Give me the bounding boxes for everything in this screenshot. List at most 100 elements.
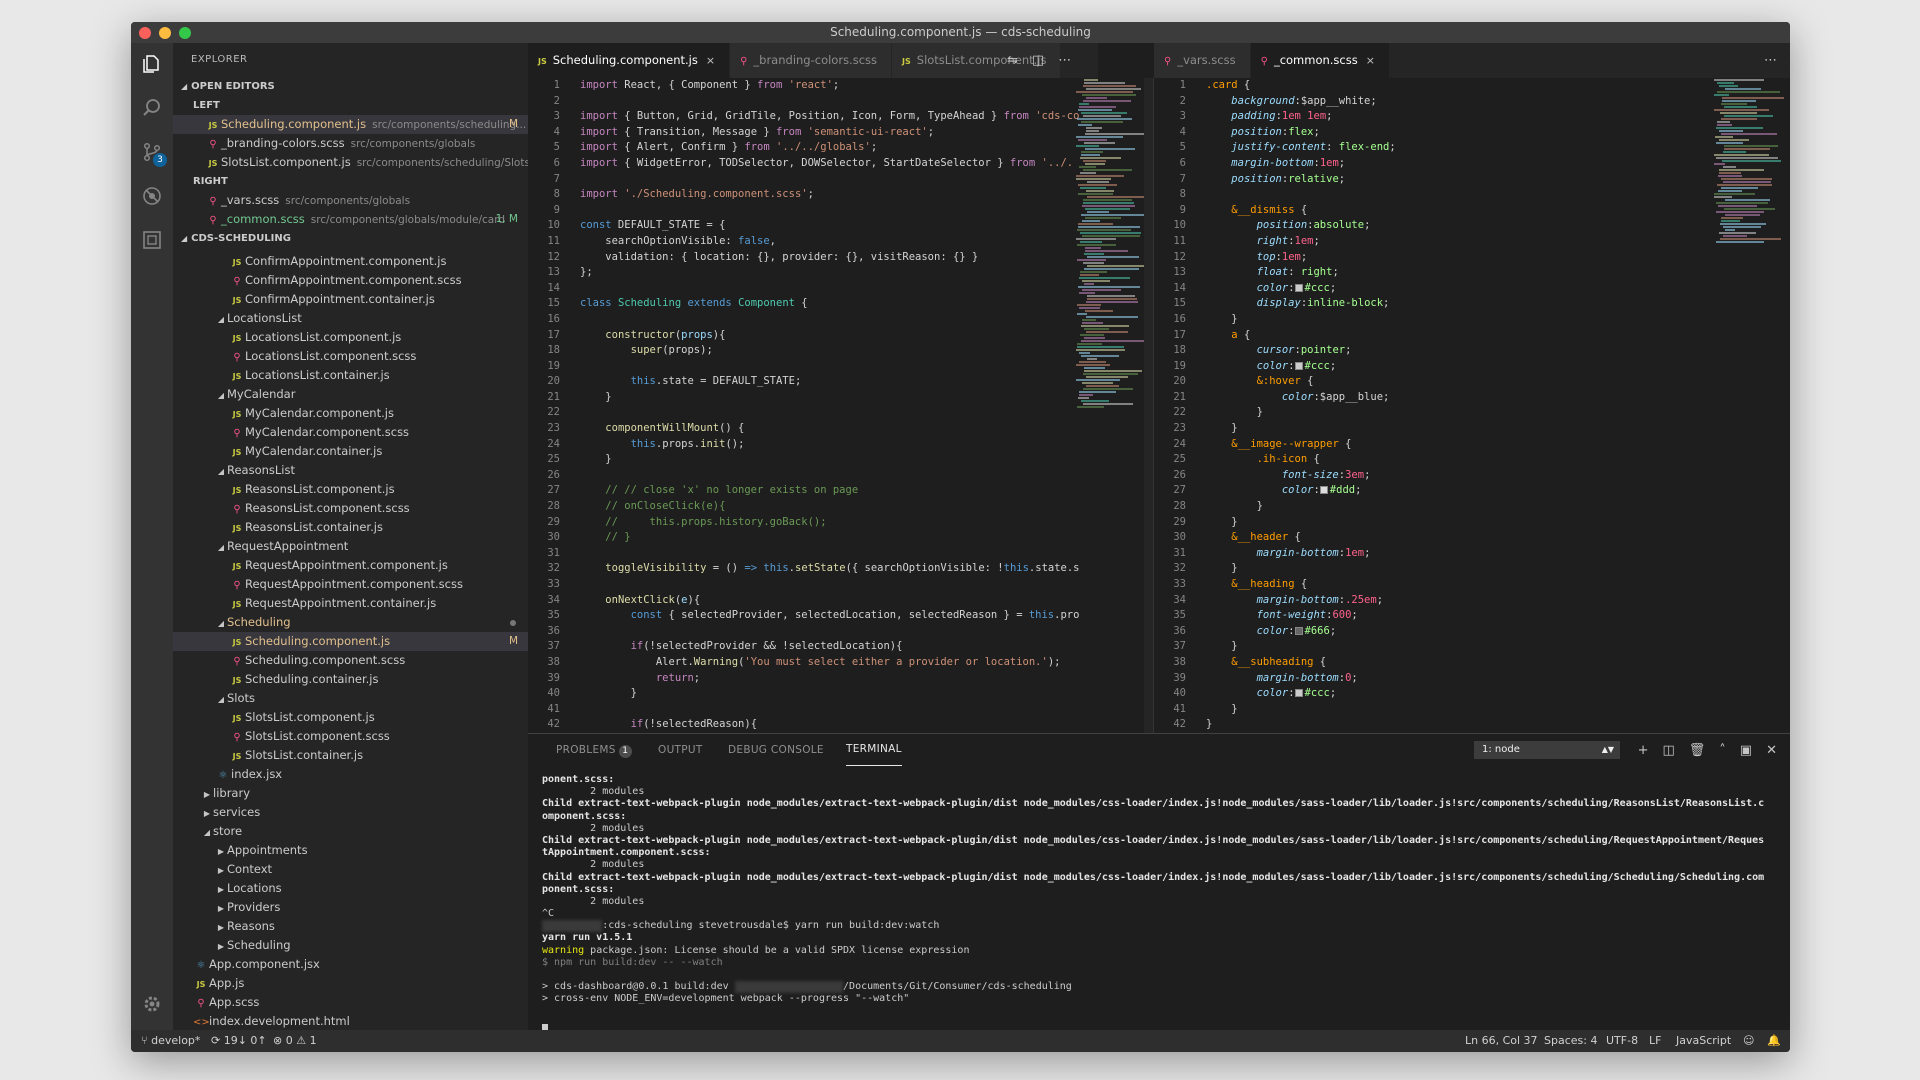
tree-item[interactable]: ⚲ Scheduling.component.scss <box>173 651 528 670</box>
tree-item[interactable]: JS MyCalendar.component.js <box>173 404 528 423</box>
tree-item[interactable]: ⚲ ReasonsList.component.scss <box>173 499 528 518</box>
tree-item[interactable]: JS LocationsList.container.js <box>173 366 528 385</box>
chevron-right-icon[interactable]: ▶ <box>215 918 227 936</box>
tree-item[interactable]: ▶ Providers <box>173 898 528 917</box>
open-editor-item[interactable]: ⚲ _vars.scss src/components/globals <box>173 191 528 210</box>
minimize-window-button[interactable] <box>159 27 171 39</box>
open-editors-header[interactable]: ◢ OPEN EDITORS <box>173 77 528 96</box>
tree-item[interactable]: ◢ store <box>173 822 528 841</box>
tree-item[interactable]: ▶ Appointments <box>173 841 528 860</box>
trash-icon[interactable]: 🗑 <box>1689 743 1706 758</box>
tree-item[interactable]: JS LocationsList.component.js <box>173 328 528 347</box>
cursor-position[interactable]: Ln 66, Col 37 <box>1465 1030 1538 1052</box>
tree-item[interactable]: ⚲ MyCalendar.component.scss <box>173 423 528 442</box>
tree-item[interactable]: JS App.js <box>173 974 528 993</box>
tree-item[interactable]: ◢ MyCalendar <box>173 385 528 404</box>
chevron-down-icon[interactable]: ◢ <box>215 310 227 328</box>
editor-tab[interactable]: ⚲ _branding-colors.scss <box>730 43 893 78</box>
code-content[interactable]: import React, { Component } from 'react'… <box>580 78 1080 733</box>
tree-item[interactable]: ⚲ ConfirmAppointment.component.scss <box>173 271 528 290</box>
open-editor-item[interactable]: ⚲ _branding-colors.scss src/components/glo… <box>173 134 528 153</box>
zoom-window-button[interactable] <box>179 27 191 39</box>
tree-item[interactable]: JS SlotsList.component.js <box>173 708 528 727</box>
chevron-right-icon[interactable]: ▶ <box>215 937 227 955</box>
chevron-up-icon[interactable]: ˄ <box>1719 743 1726 758</box>
chevron-down-icon[interactable]: ◢ <box>215 462 227 480</box>
explorer-icon[interactable] <box>131 43 173 85</box>
tree-item[interactable]: ◢ Scheduling <box>173 613 528 632</box>
debug-icon[interactable] <box>131 175 173 217</box>
tree-item[interactable]: JS MyCalendar.container.js <box>173 442 528 461</box>
tree-item[interactable]: JS Scheduling.container.js <box>173 670 528 689</box>
editor-tab[interactable]: ⚲ _vars.scss <box>1154 43 1251 78</box>
problems-status[interactable]: ⊗ 0 ⚠ 1 <box>273 1030 317 1052</box>
indentation-status[interactable]: Spaces: 4 <box>1544 1030 1597 1052</box>
tree-item[interactable]: JS ConfirmAppointment.component.js <box>173 252 528 271</box>
language-mode[interactable]: JavaScript <box>1676 1030 1731 1052</box>
encoding-status[interactable]: UTF-8 <box>1606 1030 1638 1052</box>
panel-tab-terminal[interactable]: TERMINAL <box>846 734 902 766</box>
close-window-button[interactable] <box>139 27 151 39</box>
chevron-right-icon[interactable]: ▶ <box>215 861 227 879</box>
editor-tab[interactable]: JS Scheduling.component.js × <box>528 43 731 78</box>
tree-item[interactable]: JS ReasonsList.container.js <box>173 518 528 537</box>
chevron-down-icon[interactable]: ◢ <box>215 614 227 632</box>
tree-item[interactable]: JS RequestAppointment.container.js <box>173 594 528 613</box>
minimap[interactable] <box>1714 78 1784 733</box>
tree-item[interactable]: ▶ Locations <box>173 879 528 898</box>
more-actions-icon[interactable]: ⋯ <box>1058 53 1071 68</box>
chevron-right-icon[interactable]: ▶ <box>215 842 227 860</box>
minimap[interactable] <box>1076 78 1149 733</box>
open-editor-item[interactable]: JS SlotsList.component.js src/components/s… <box>173 153 528 172</box>
project-folder-header[interactable]: ◢ CDS-SCHEDULING <box>173 229 528 248</box>
sync-status[interactable]: ⟳ 19↓ 0↑ <box>211 1030 267 1052</box>
terminal-output[interactable]: ponent.scss: 2 modules Child extract-text… <box>542 774 1764 1006</box>
right-editor-pane[interactable]: 1 2 3 4 5 6 7 8 9 10 11 12 13 14 15 16 17 18 19 20 21 22 23 24 2… <box>1154 78 1790 733</box>
open-changes-icon[interactable]: ⇋ <box>1007 53 1018 68</box>
chevron-right-icon[interactable]: ▶ <box>201 785 213 803</box>
tree-item[interactable]: ⚛ App.component.jsx <box>173 955 528 974</box>
tree-item[interactable]: ⚲ App.scss <box>173 993 528 1012</box>
open-editor-item[interactable]: ⚲ _common.scss src/components/globals/modu… <box>173 210 528 229</box>
tree-item[interactable]: <>index.development.html <box>173 1012 528 1030</box>
chevron-right-icon[interactable]: ▶ <box>215 899 227 917</box>
vertical-scrollbar[interactable] <box>1144 78 1153 733</box>
close-panel-icon[interactable]: ✕ <box>1766 743 1777 758</box>
tree-item[interactable]: ◢ Slots <box>173 689 528 708</box>
split-editor-icon[interactable]: ◫ <box>1032 53 1044 68</box>
editor-tab[interactable]: ⚲ _common.scss × <box>1250 43 1390 78</box>
tree-item[interactable]: ◢ ReasonsList <box>173 461 528 480</box>
tree-item[interactable]: ⚲ RequestAppointment.component.scss <box>173 575 528 594</box>
close-icon[interactable]: × <box>706 54 715 67</box>
tree-item[interactable]: ▶ services <box>173 803 528 822</box>
chevron-down-icon[interactable]: ◢ <box>215 690 227 708</box>
tree-item[interactable]: ▶ Context <box>173 860 528 879</box>
tree-item[interactable]: ⚛ index.jsx <box>173 765 528 784</box>
open-editor-item[interactable]: JS Scheduling.component.js src/components/… <box>173 115 528 134</box>
panel-tab-problems[interactable]: PROBLEMS 1 <box>556 734 632 766</box>
tree-item[interactable]: JS RequestAppointment.component.js <box>173 556 528 575</box>
feedback-smiley-icon[interactable]: ☺ <box>1743 1030 1754 1052</box>
chevron-right-icon[interactable]: ▶ <box>215 880 227 898</box>
chevron-right-icon[interactable]: ▶ <box>201 804 213 822</box>
tree-item[interactable]: ⚲ SlotsList.component.scss <box>173 727 528 746</box>
split-terminal-icon[interactable]: ◫ <box>1662 743 1674 758</box>
more-actions-icon[interactable]: ⋯ <box>1764 53 1777 68</box>
tree-item[interactable]: JS ConfirmAppointment.container.js <box>173 290 528 309</box>
tree-item[interactable]: ▶ library <box>173 784 528 803</box>
branch-indicator[interactable]: ⑂ develop* <box>141 1030 200 1052</box>
new-terminal-icon[interactable]: + <box>1638 743 1649 758</box>
tree-item[interactable]: ◢ RequestAppointment <box>173 537 528 556</box>
chevron-down-icon[interactable]: ◢ <box>215 538 227 556</box>
close-icon[interactable]: × <box>1366 54 1375 67</box>
toggle-panel-icon[interactable]: ▣ <box>1740 743 1752 758</box>
tree-item[interactable]: ◢ LocationsList <box>173 309 528 328</box>
panel-tab-output[interactable]: OUTPUT <box>658 734 703 766</box>
eol-status[interactable]: LF <box>1649 1030 1661 1052</box>
tree-item[interactable]: JS SlotsList.container.js <box>173 746 528 765</box>
tree-item[interactable]: ▶ Reasons <box>173 917 528 936</box>
terminal-select[interactable]: 1: node ▲▼ <box>1474 741 1620 759</box>
chevron-down-icon[interactable]: ◢ <box>215 386 227 404</box>
source-control-icon[interactable]: 3 <box>131 131 173 173</box>
tree-item[interactable]: ⚲ LocationsList.component.scss <box>173 347 528 366</box>
